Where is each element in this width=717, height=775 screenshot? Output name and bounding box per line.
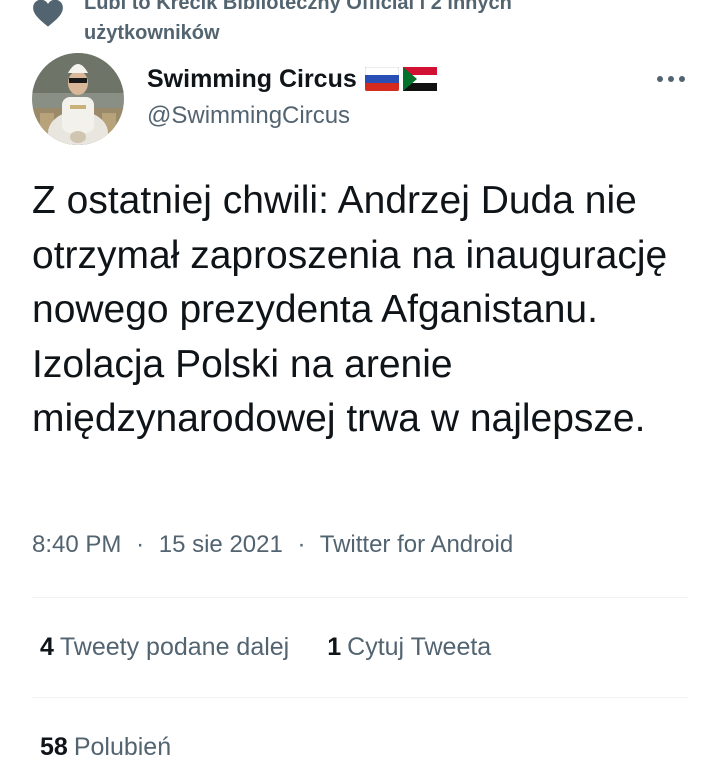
avatar[interactable] xyxy=(32,53,124,145)
liked-by-text[interactable]: Lubi to Krecik Biblioteczny Official i 2… xyxy=(84,0,684,48)
tweet-source[interactable]: Twitter for Android xyxy=(320,531,513,558)
engagement-row: 4 Tweety podane dalej 1 Cytuj Tweeta xyxy=(40,633,529,662)
meta-separator: · xyxy=(297,531,306,558)
more-options-button[interactable] xyxy=(650,62,692,96)
divider xyxy=(32,597,688,598)
author-name-row[interactable]: Swimming Circus xyxy=(147,62,437,96)
retweets-stat[interactable]: 4 Tweety podane dalej xyxy=(40,633,289,662)
liked-by-line-2: użytkowników xyxy=(84,22,220,44)
social-context xyxy=(30,0,70,36)
tweet-time[interactable]: 8:40 PM xyxy=(32,531,121,558)
retweets-count: 4 xyxy=(40,633,54,661)
likes-label: Polubień xyxy=(73,733,172,761)
tweet-meta: 8:40 PM · 15 sie 2021 · Twitter for Andr… xyxy=(32,531,513,559)
heart-icon xyxy=(30,0,70,36)
quotes-label: Cytuj Tweeta xyxy=(347,633,492,661)
meta-separator: · xyxy=(136,531,145,558)
tweet-text: Z ostatniej chwili: Andrzej Duda nie otr… xyxy=(32,179,668,440)
more-dots-icon xyxy=(656,70,686,88)
quotes-count: 1 xyxy=(327,633,342,661)
liked-by-line-1: Lubi to Krecik Biblioteczny Official i 2… xyxy=(84,0,512,14)
sudan-flag-icon xyxy=(402,67,437,91)
likes-row: 58 Polubień xyxy=(40,733,209,762)
likes-count: 58 xyxy=(40,733,68,761)
divider xyxy=(32,697,688,698)
author-handle[interactable]: @SwimmingCircus xyxy=(147,102,350,130)
retweets-label: Tweety podane dalej xyxy=(59,633,290,661)
quotes-stat[interactable]: 1 Cytuj Tweeta xyxy=(327,633,491,662)
tweet-date[interactable]: 15 sie 2021 xyxy=(159,531,283,558)
tweet-detail: Lubi to Krecik Biblioteczny Official i 2… xyxy=(0,0,717,775)
likes-stat[interactable]: 58 Polubień xyxy=(40,733,171,762)
russia-flag-icon xyxy=(364,66,400,92)
display-name[interactable]: Swimming Circus xyxy=(147,65,357,94)
